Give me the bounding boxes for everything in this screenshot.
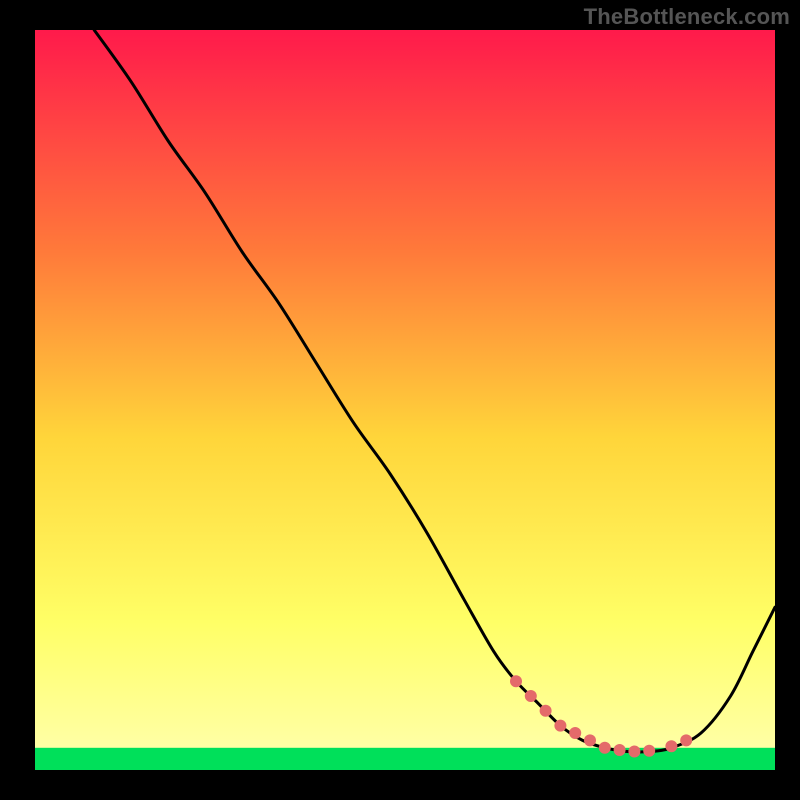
chart-container: TheBottleneck.com [0,0,800,800]
curve-marker [554,720,566,732]
curve-marker [540,705,552,717]
plot-area [35,30,775,770]
curve-marker [628,746,640,758]
curve-marker [614,744,626,756]
curve-marker [665,740,677,752]
curve-marker [599,742,611,754]
curve-marker [680,734,692,746]
watermark-label: TheBottleneck.com [584,4,790,30]
bottleneck-chart [0,0,800,800]
curve-marker [643,745,655,757]
curve-marker [510,675,522,687]
curve-marker [525,690,537,702]
curve-marker [569,727,581,739]
curve-marker [584,734,596,746]
